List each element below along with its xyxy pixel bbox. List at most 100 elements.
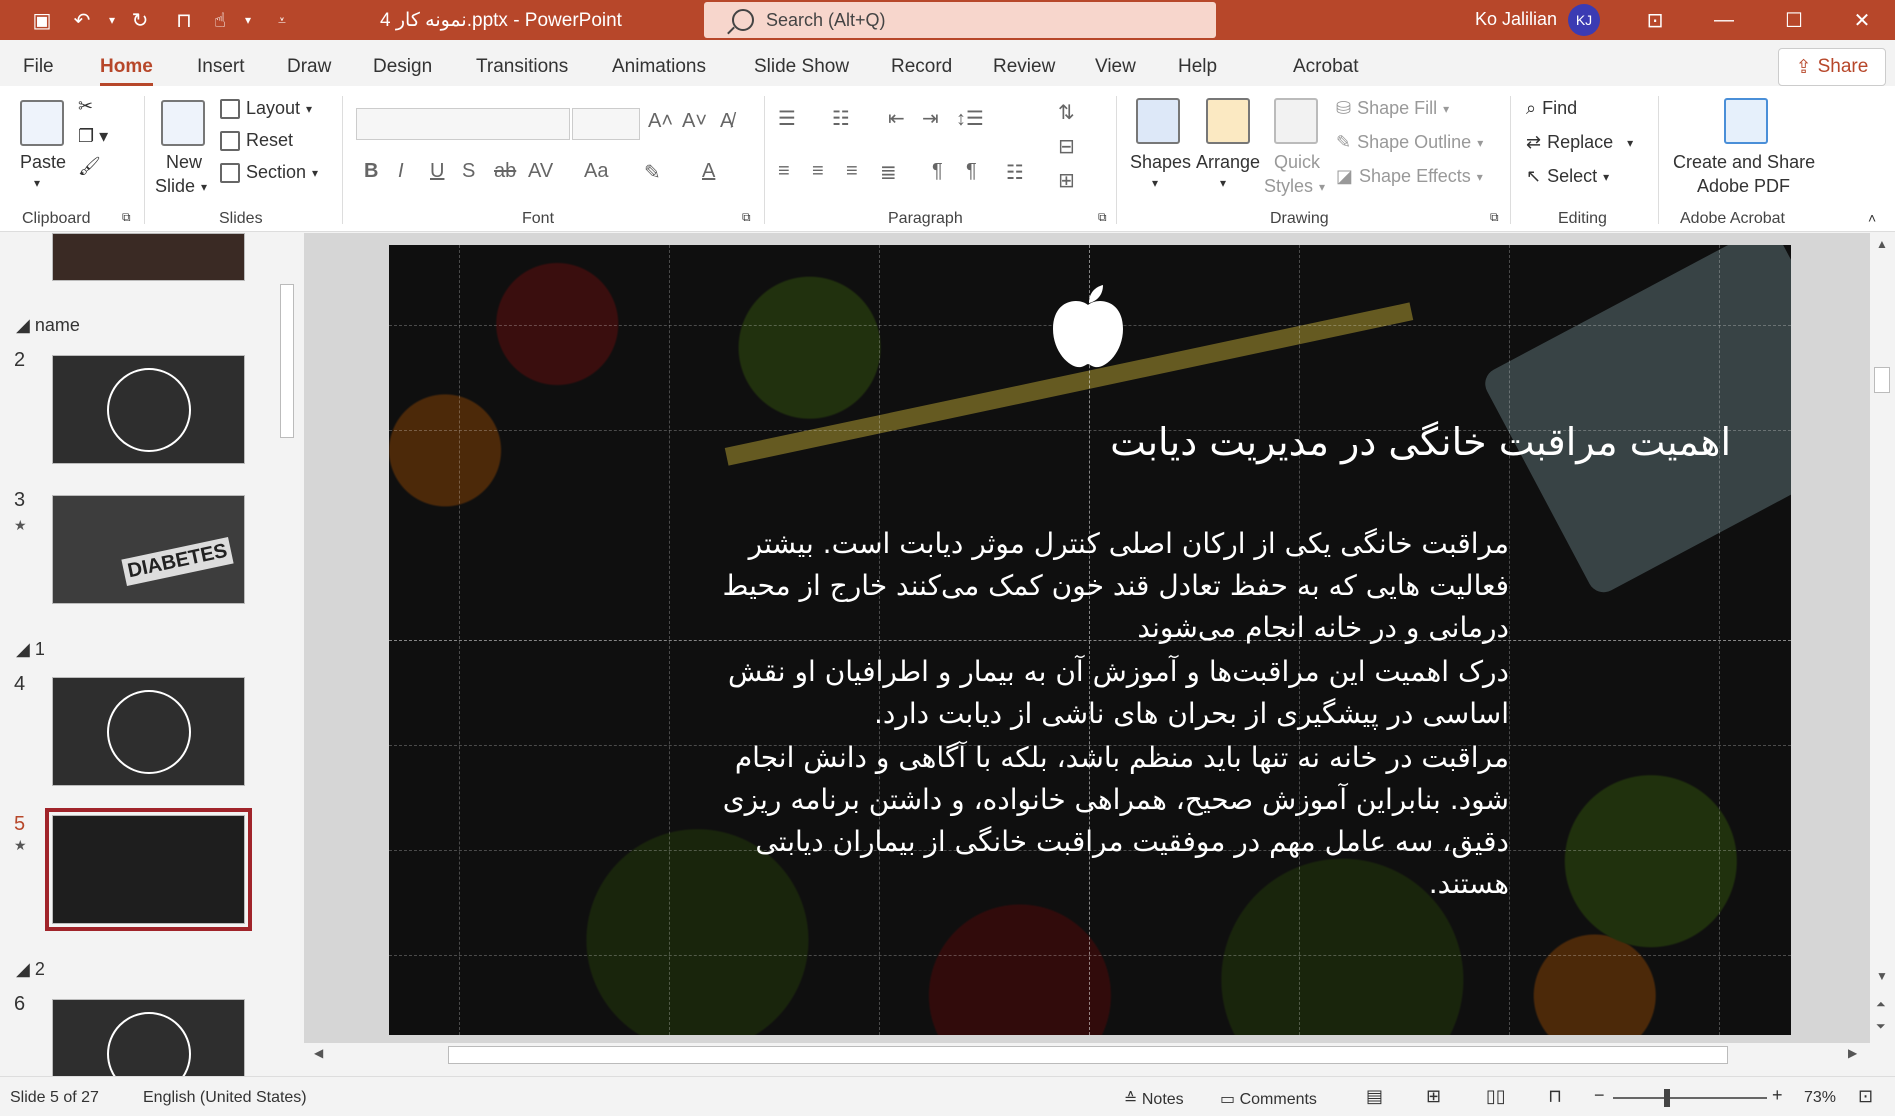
scroll-up-icon[interactable]: ▲ <box>1876 237 1888 251</box>
italic-button[interactable]: I <box>398 160 404 183</box>
touch-dropdown-icon[interactable]: ▾ <box>234 6 262 34</box>
layout-button[interactable]: Layout ▾ <box>220 98 312 119</box>
collapse-ribbon-icon[interactable]: ˄ <box>1868 210 1876 226</box>
reading-view-icon[interactable]: ▯▯ <box>1486 1086 1506 1107</box>
thumbnail-scrollbar[interactable] <box>276 236 298 1076</box>
zoom-out-button[interactable]: − <box>1594 1085 1605 1106</box>
clear-format-icon[interactable]: A̸ <box>720 110 733 133</box>
arrange-icon[interactable] <box>1206 98 1250 144</box>
normal-view-icon[interactable]: ▤ <box>1366 1086 1383 1107</box>
new-slide-button[interactable]: Slide ▾ <box>155 176 207 197</box>
columns-icon[interactable]: ☷ <box>1006 160 1024 185</box>
undo-dropdown-icon[interactable]: ▾ <box>98 6 126 34</box>
presentation-icon[interactable]: ⊓ <box>170 6 198 34</box>
increase-indent-icon[interactable]: ⇥ <box>922 106 939 131</box>
ribbon-display-icon[interactable]: ⊡ <box>1627 0 1683 40</box>
font-size-combo[interactable] <box>572 108 640 140</box>
paste-icon[interactable] <box>20 100 64 146</box>
new-slide-icon[interactable] <box>161 100 205 146</box>
shapes-icon[interactable] <box>1136 98 1180 144</box>
user-name[interactable]: Ko Jalilian <box>1475 9 1557 30</box>
text-direction-icon[interactable]: ⇅ <box>1058 100 1075 125</box>
customize-toolbar-icon[interactable]: ⩡ <box>268 6 296 34</box>
char-spacing-button[interactable]: AV <box>528 160 553 183</box>
close-icon[interactable]: ✕ <box>1834 0 1890 40</box>
underline-button[interactable]: U <box>430 160 444 183</box>
bold-button[interactable]: B <box>364 160 378 183</box>
zoom-slider-handle[interactable] <box>1664 1089 1670 1107</box>
align-center-icon[interactable]: ≡ <box>812 160 824 183</box>
editor-vertical-scrollbar[interactable]: ▲ ▼ ⏶ ⏷ <box>1870 233 1895 1043</box>
section-header-1[interactable]: ◢ 1 <box>16 639 45 660</box>
section-header-name[interactable]: ◢ name <box>16 315 80 336</box>
arrange-button[interactable]: Arrange <box>1196 152 1260 173</box>
bullets-icon[interactable]: ☰ <box>778 106 796 131</box>
quick-styles-icon[interactable] <box>1274 98 1318 144</box>
rtl-icon[interactable]: ¶ <box>966 160 977 183</box>
create-pdf-label-1[interactable]: Create and Share <box>1673 152 1815 173</box>
tab-home[interactable]: Home <box>100 56 153 86</box>
find-button[interactable]: ⌕ Find <box>1526 98 1577 119</box>
replace-button[interactable]: ⇄ Replace ▾ <box>1526 132 1633 153</box>
arrange-dropdown-icon[interactable]: ▾ <box>1220 176 1226 190</box>
justify-icon[interactable]: ≣ <box>880 160 897 185</box>
scrollbar-thumb[interactable] <box>1874 367 1890 393</box>
minimize-icon[interactable]: — <box>1696 0 1752 40</box>
clipboard-launcher-icon[interactable]: ⧉ <box>122 210 131 225</box>
quick-styles-button[interactable]: Styles ▾ <box>1264 176 1325 197</box>
decrease-font-icon[interactable]: A˅ <box>682 110 707 133</box>
tab-transitions[interactable]: Transitions <box>476 56 568 78</box>
undo-icon[interactable]: ↶ <box>68 6 96 34</box>
tab-help[interactable]: Help <box>1178 56 1217 78</box>
slide-thumbnail-6[interactable] <box>52 999 245 1079</box>
font-launcher-icon[interactable]: ⧉ <box>742 210 751 225</box>
zoom-slider-track[interactable] <box>1613 1097 1767 1099</box>
slide-thumbnail-2[interactable] <box>52 355 245 464</box>
tab-insert[interactable]: Insert <box>197 56 245 78</box>
ltr-icon[interactable]: ¶ <box>932 160 943 183</box>
align-right-icon[interactable]: ≡ <box>846 160 858 183</box>
quick-styles-label[interactable]: Quick <box>1274 152 1320 173</box>
slide-thumbnail-3[interactable]: DIABETES <box>52 495 245 604</box>
copy-icon[interactable]: ❐ ▾ <box>78 126 108 147</box>
tab-record[interactable]: Record <box>891 56 952 78</box>
save-icon[interactable]: ▣ <box>28 6 56 34</box>
slideshow-view-icon[interactable]: ⊓ <box>1548 1086 1562 1107</box>
section-header-2[interactable]: ◢ 2 <box>16 959 45 980</box>
notes-button[interactable]: ≙ Notes <box>1124 1089 1184 1109</box>
strikethrough-button[interactable]: ab <box>494 160 516 183</box>
maximize-icon[interactable]: ☐ <box>1766 0 1822 40</box>
create-pdf-icon[interactable] <box>1724 98 1768 144</box>
shapes-dropdown-icon[interactable]: ▾ <box>1152 176 1158 190</box>
editor-horizontal-scrollbar[interactable]: ◀ ▶ <box>304 1043 1870 1067</box>
search-box[interactable]: Search (Alt+Q) <box>704 2 1216 38</box>
text-shadow-button[interactable]: S <box>462 160 475 183</box>
paste-button[interactable]: Paste <box>20 152 66 173</box>
slide-body-text[interactable]: مراقبت خانگی یکی از ارکان اصلی کنترل موث… <box>669 523 1509 905</box>
zoom-in-button[interactable]: + <box>1772 1085 1783 1106</box>
previous-slide-icon[interactable]: ⏶ <box>1876 997 1886 1012</box>
reset-button[interactable]: Reset <box>220 130 293 151</box>
tab-draw[interactable]: Draw <box>287 56 331 78</box>
zoom-level[interactable]: 73% <box>1804 1089 1836 1107</box>
scroll-right-icon[interactable]: ▶ <box>1848 1046 1857 1060</box>
shape-effects-button[interactable]: ◪ Shape Effects ▾ <box>1336 166 1483 187</box>
tab-animations[interactable]: Animations <box>612 56 706 78</box>
redo-icon[interactable]: ↻ <box>126 6 154 34</box>
language-indicator[interactable]: English (United States) <box>143 1089 307 1107</box>
highlight-icon[interactable]: ✎ <box>644 160 661 185</box>
tab-view[interactable]: View <box>1095 56 1136 78</box>
shape-fill-button[interactable]: ⛁ Shape Fill ▾ <box>1336 98 1449 119</box>
change-case-button[interactable]: Aa <box>584 160 608 183</box>
font-family-combo[interactable] <box>356 108 570 140</box>
section-button[interactable]: Section ▾ <box>220 162 318 183</box>
tab-review[interactable]: Review <box>993 56 1055 78</box>
format-painter-icon[interactable]: 🖌 <box>78 156 101 177</box>
avatar[interactable]: KJ <box>1568 4 1600 36</box>
tab-acrobat[interactable]: Acrobat <box>1293 56 1358 78</box>
drawing-launcher-icon[interactable]: ⧉ <box>1490 210 1499 225</box>
decrease-indent-icon[interactable]: ⇤ <box>888 106 905 131</box>
tab-design[interactable]: Design <box>373 56 432 78</box>
line-spacing-icon[interactable]: ↕☰ <box>956 106 984 131</box>
shape-outline-button[interactable]: ✎ Shape Outline ▾ <box>1336 132 1483 153</box>
